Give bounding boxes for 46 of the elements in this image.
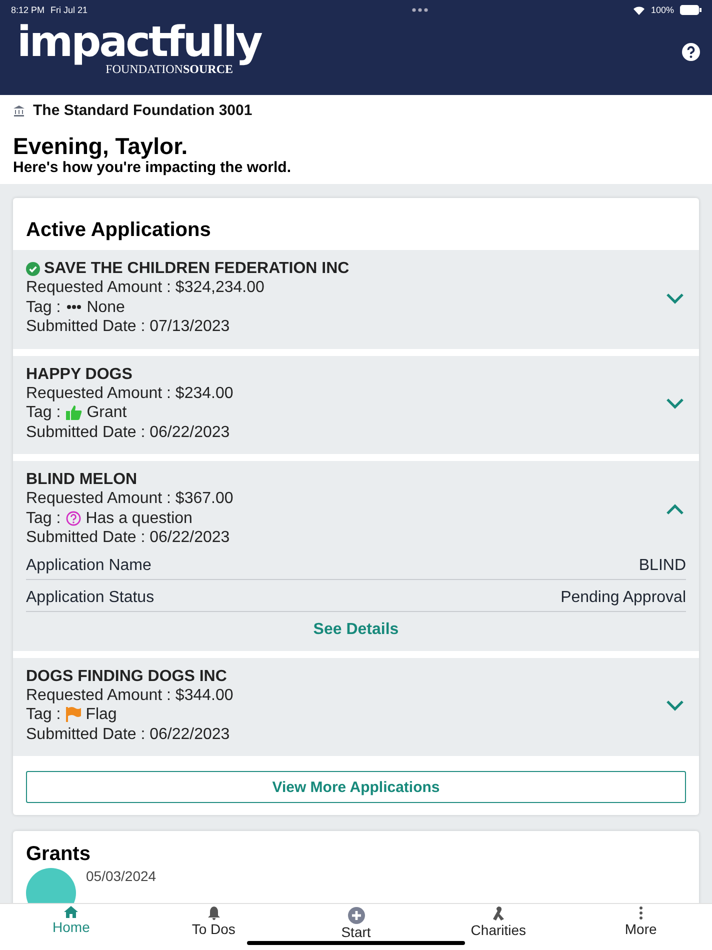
tab-item[interactable]: To Dos: [142, 904, 285, 950]
submitted-date: Submitted Date : 06/22/2023: [26, 724, 231, 744]
detail-value: BLIND: [638, 556, 686, 574]
tag-value: None: [86, 298, 125, 317]
submitted-date: Submitted Date : 06/22/2023: [26, 528, 231, 548]
tag-value: Grant: [86, 403, 127, 422]
card-title: Grants: [25, 842, 92, 867]
tab-item[interactable]: More: [570, 904, 712, 950]
charity-name: BLIND MELON: [26, 471, 138, 489]
tab-item[interactable]: Home: [0, 904, 142, 950]
requested-amount: Requested Amount : $367.00: [26, 489, 234, 508]
tab-item[interactable]: Start: [284, 904, 428, 950]
application-item[interactable]: SAVE THE CHILDREN FEDERATION INC Requested Amount : $324,234.00 Tag : None Submitted Date : 07/13/2023: [13, 250, 699, 348]
application-item[interactable]: BLIND MELON Requested Amount : $367.00 Tag : Has a question Submitted Date : 06/22/2023 Application Name BLIND Application Status Pending Approval See Details: [13, 461, 699, 650]
foundation-name[interactable]: The Standard Foundation 3001: [33, 102, 252, 119]
charity-name: SAVE THE CHILDREN FEDERATION INC: [44, 260, 350, 278]
greeting-subtitle: Here's how you're impacting the world.: [13, 159, 292, 176]
app-logo: impactfully: [17, 21, 261, 63]
tag-label: Tag :: [26, 403, 61, 422]
requested-amount: Requested Amount : $234.00: [26, 384, 234, 403]
tag-label: Tag :: [26, 705, 61, 724]
detail-label: Application Name: [26, 556, 152, 574]
requested-amount: Requested Amount : $344.00: [26, 686, 234, 705]
status-date: Fri Jul 21: [50, 5, 88, 15]
detail-value: Pending Approval: [560, 588, 686, 606]
submitted-date: Submitted Date : 06/22/2023: [26, 422, 231, 442]
see-details-link[interactable]: See Details: [313, 620, 399, 638]
application-item[interactable]: HAPPY DOGS Requested Amount : $234.00 Tag : Grant Submitted Date : 06/22/2023: [13, 356, 699, 454]
status-time: 8:12 PM: [11, 5, 45, 15]
charity-name: HAPPY DOGS: [26, 366, 132, 384]
submitted-date: Submitted Date : 07/13/2023: [26, 317, 231, 336]
greeting-title: Evening, Taylor.: [13, 133, 189, 159]
grant-date: 05/03/2024: [86, 868, 156, 886]
tag-label: Tag :: [26, 508, 61, 528]
detail-label: Application Status: [26, 588, 154, 606]
application-item[interactable]: DOGS FINDING DOGS INC Requested Amount : $344.00 Tag : Flag Submitted Date : 06/22/2023: [13, 658, 699, 756]
charity-name: DOGS FINDING DOGS INC: [26, 668, 227, 686]
tag-label: Tag :: [26, 298, 61, 317]
card-title: Active Applications: [25, 218, 212, 243]
tab-item[interactable]: Charities: [427, 904, 570, 950]
tag-value: Has a question: [86, 508, 192, 528]
tag-value: Flag: [86, 705, 117, 724]
logo-subtitle: FOUNDATIONSOURCE: [106, 63, 233, 75]
requested-amount: Requested Amount : $324,234.00: [26, 278, 266, 298]
battery-percent: 100%: [650, 5, 674, 15]
view-more-button[interactable]: View More Applications: [26, 771, 686, 803]
